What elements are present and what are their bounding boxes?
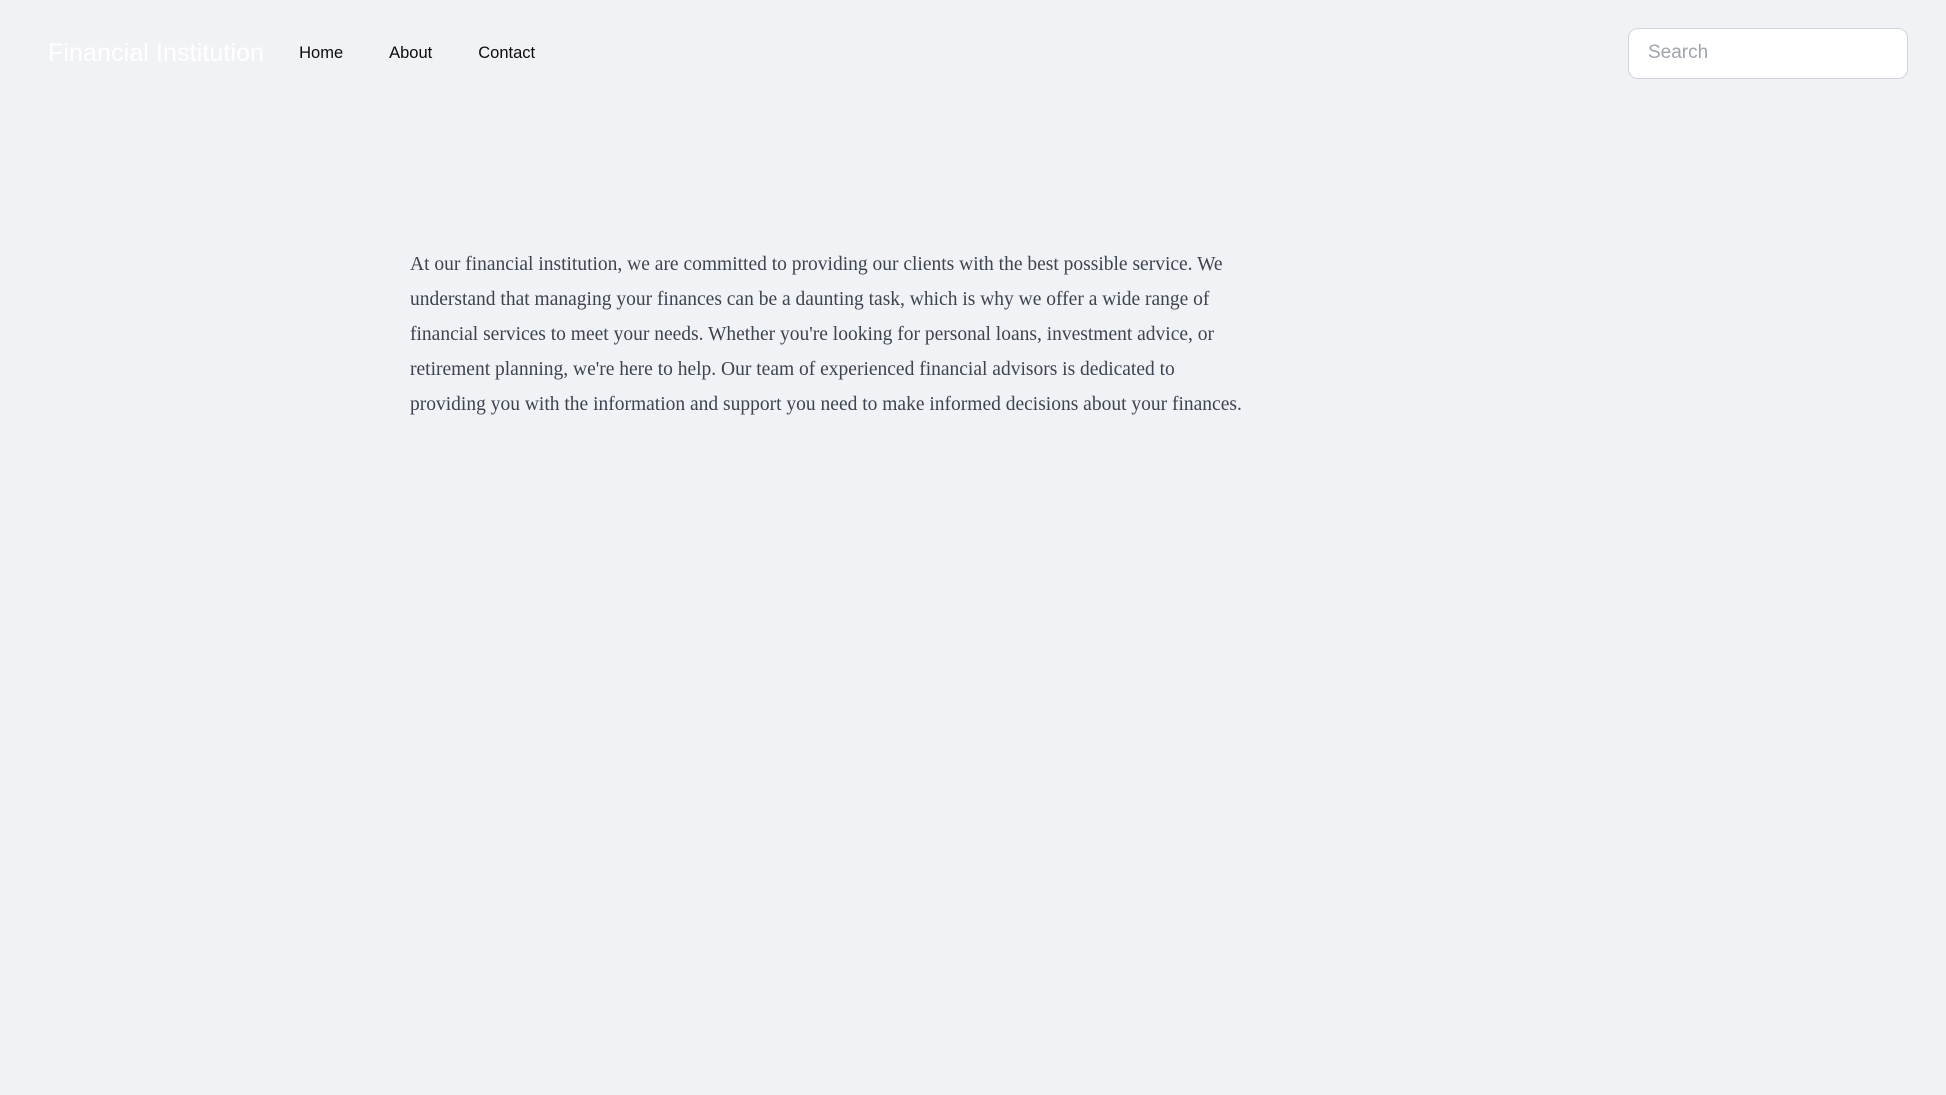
content-container: At our financial institution, we are com… — [410, 106, 1250, 422]
nav-link-home[interactable]: Home — [299, 39, 343, 68]
page-root: Financial Institution Home About Contact… — [0, 0, 1946, 1095]
nav-link-about[interactable]: About — [389, 39, 432, 68]
site-header: Financial Institution Home About Contact — [0, 0, 1946, 106]
main-navigation: Home About Contact — [299, 39, 535, 68]
intro-paragraph: At our financial institution, we are com… — [410, 254, 1242, 415]
brand-logo[interactable]: Financial Institution — [48, 40, 264, 66]
main-content: At our financial institution, we are com… — [0, 106, 1946, 422]
search-container — [1628, 27, 1908, 79]
search-input[interactable] — [1628, 27, 1908, 79]
nav-link-contact[interactable]: Contact — [478, 39, 535, 68]
